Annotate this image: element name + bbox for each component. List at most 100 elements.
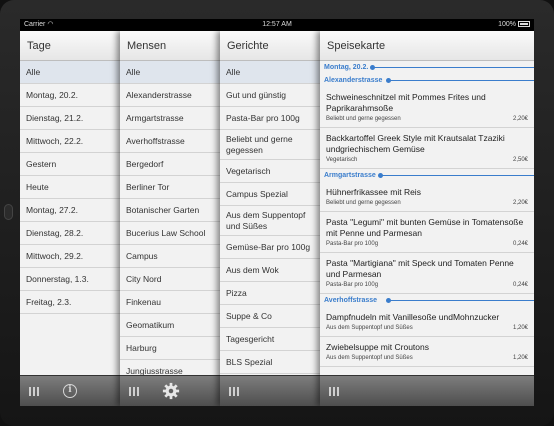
dish-category: Vegetarisch xyxy=(326,157,358,163)
gerichte-list-item[interactable]: Pasta-Bar pro 100g xyxy=(220,107,320,130)
dish-row[interactable]: Hühnerfrikassee mit Reis Beliebt und gern… xyxy=(320,182,534,212)
info-icon[interactable]: i xyxy=(63,384,77,398)
mensen-list-item[interactable]: Harburg xyxy=(120,337,220,360)
dish-price: 2,20€ xyxy=(512,200,528,206)
tage-list-item[interactable]: Dienstag, 28.2. xyxy=(20,222,120,245)
gerichte-toolbar xyxy=(220,375,320,406)
tage-list-item[interactable]: Mittwoch, 22.2. xyxy=(20,130,120,153)
speisekarte-panel-title: Speisekarte xyxy=(320,31,534,61)
dish-name: Backkartoffel Greek Style mit Krautsalat… xyxy=(326,133,505,154)
gerichte-list-item[interactable]: Beliebt und gerne gegessen xyxy=(220,130,320,160)
tage-list-item[interactable]: Gestern xyxy=(20,153,120,176)
dish-name: Pasta "Legumi" mit bunten Gemüse in Toma… xyxy=(326,217,524,238)
dish-price: 0,24€ xyxy=(512,282,528,288)
gerichte-list-item[interactable]: Alle xyxy=(220,61,320,84)
mensen-list-item[interactable]: Bucerius Law School xyxy=(120,222,220,245)
gear-icon[interactable] xyxy=(162,382,180,400)
ipad-frame: Carrier ◠ 12:57 AM 100% Tage Alle Montag,… xyxy=(0,0,554,426)
dish-row[interactable]: Pasta "Martigiana" mit Speck und Tomaten… xyxy=(320,253,534,294)
dish-row[interactable]: Zwiebelsuppe mit Croutons Aus dem Suppent… xyxy=(320,337,534,367)
tage-panel-title: Tage xyxy=(20,31,120,61)
dish-price: 2,20€ xyxy=(512,116,528,122)
gerichte-list-item[interactable]: Aus dem Wok xyxy=(220,259,320,282)
day-header-label: Montag, 20.2. xyxy=(324,64,369,71)
mensen-list-item[interactable]: Geomatikum xyxy=(120,314,220,337)
dish-price: 1,20€ xyxy=(512,355,528,361)
gerichte-list-item[interactable]: Gemüse-Bar pro 100g xyxy=(220,236,320,259)
battery-icon xyxy=(518,21,530,28)
tage-list[interactable]: Alle Montag, 20.2. Dienstag, 21.2. Mittwoch… xyxy=(20,61,120,375)
gerichte-list-item[interactable]: Campus Spezial xyxy=(220,183,320,206)
gerichte-panel-title: Gerichte xyxy=(220,31,320,61)
gerichte-list[interactable]: Alle Gut und günstig Pasta-Bar pro 100g Bel… xyxy=(220,61,320,375)
mensen-list-item[interactable]: Berliner Tor xyxy=(120,176,220,199)
status-bar: Carrier ◠ 12:57 AM 100% xyxy=(20,19,534,31)
mensen-toolbar xyxy=(120,375,220,406)
mensa-section-label: Armgartstrasse xyxy=(324,172,376,179)
tage-list-item[interactable]: Alle xyxy=(20,61,120,84)
tage-list-item[interactable]: Montag, 20.2. xyxy=(20,84,120,107)
dish-name: Dampfnudeln mit Vanillesoße undMohnzucke… xyxy=(326,312,500,322)
speisekarte-panel: Speisekarte Montag, 20.2. Alexanderstrass… xyxy=(320,31,534,406)
mensa-section-rule xyxy=(386,78,534,83)
grip-icon[interactable] xyxy=(129,387,139,396)
mensen-list-item[interactable]: Averhoffstrasse xyxy=(120,130,220,153)
mensa-section-label: Averhoffstrasse xyxy=(324,297,378,304)
gerichte-list-item[interactable]: Aus dem Suppentopf und Süßes xyxy=(220,206,320,236)
mensen-list-item[interactable]: Armgartstrasse xyxy=(120,107,220,130)
dish-category: Pasta-Bar pro 100g xyxy=(326,241,379,247)
gerichte-list-item[interactable]: Pizza xyxy=(220,282,320,305)
grip-icon[interactable] xyxy=(329,387,339,396)
grip-icon[interactable] xyxy=(229,387,239,396)
dish-name: Zwiebelsuppe mit Croutons xyxy=(326,342,429,352)
mensa-section-rule xyxy=(378,173,534,178)
dish-row[interactable]: Backkartoffel Greek Style mit Krautsalat… xyxy=(320,128,534,169)
gerichte-list-item[interactable]: Vegetarisch xyxy=(220,160,320,183)
gerichte-list-item[interactable]: Tagesgericht xyxy=(220,328,320,351)
mensa-section-label: Alexanderstrasse xyxy=(324,77,383,84)
mensa-section-header: Alexanderstrasse xyxy=(320,74,534,87)
mensen-list-item[interactable]: Botanischer Garten xyxy=(120,199,220,222)
grip-icon[interactable] xyxy=(29,387,39,396)
battery-status: 100% xyxy=(498,19,530,31)
gerichte-panel: Gerichte Alle Gut und günstig Pasta-Bar pr… xyxy=(220,31,320,406)
speisekarte-list[interactable]: Montag, 20.2. Alexanderstrasse Schweinesch… xyxy=(320,61,534,375)
mensen-list-item[interactable]: Alle xyxy=(120,61,220,84)
dish-row[interactable]: Schweineschnitzel mit Pommes Frites und … xyxy=(320,87,534,128)
mensa-section-header: Armgartstrasse xyxy=(320,169,534,182)
tage-list-item[interactable]: Donnerstag, 1.3. xyxy=(20,268,120,291)
dish-category: Pasta-Bar pro 100g xyxy=(326,282,379,288)
mensen-panel: Mensen Alle Alexanderstrasse Armgartstrass… xyxy=(120,31,220,406)
dish-category: Beliebt und gerne gegessen xyxy=(326,116,401,122)
mensen-list-item[interactable]: Campus xyxy=(120,245,220,268)
mensa-section-header: Averhoffstrasse xyxy=(320,294,534,307)
speisekarte-toolbar xyxy=(320,375,534,406)
mensen-panel-title: Mensen xyxy=(120,31,220,61)
mensen-list-item[interactable]: Alexanderstrasse xyxy=(120,84,220,107)
gerichte-list-item[interactable]: Suppe & Co xyxy=(220,305,320,328)
dish-category: Aus dem Suppentopf und Süßes xyxy=(326,355,413,361)
tage-list-item[interactable]: Freitag, 2.3. xyxy=(20,291,120,314)
dish-row[interactable]: Pasta "Legumi" mit bunten Gemüse in Toma… xyxy=(320,212,534,253)
mensen-list-item[interactable]: Bergedorf xyxy=(120,153,220,176)
dish-row[interactable]: Dampfnudeln mit Vanillesoße undMohnzucke… xyxy=(320,307,534,337)
tage-list-item[interactable]: Dienstag, 21.2. xyxy=(20,107,120,130)
dish-name: Schweineschnitzel mit Pommes Frites und … xyxy=(326,92,486,113)
dish-category: Aus dem Suppentopf und Süßes xyxy=(326,325,413,331)
tage-list-item[interactable]: Montag, 27.2. xyxy=(20,199,120,222)
dish-price: 1,20€ xyxy=(512,325,528,331)
home-button[interactable] xyxy=(4,204,13,220)
mensen-list[interactable]: Alle Alexanderstrasse Armgartstrasse Averho… xyxy=(120,61,220,375)
tage-list-item[interactable]: Heute xyxy=(20,176,120,199)
day-header: Montag, 20.2. xyxy=(320,61,534,74)
gerichte-list-item[interactable]: Gut und günstig xyxy=(220,84,320,107)
mensen-list-item[interactable]: Jungiusstrasse xyxy=(120,360,220,375)
mensen-list-item[interactable]: City Nord xyxy=(120,268,220,291)
tage-panel: Tage Alle Montag, 20.2. Dienstag, 21.2. Mit… xyxy=(20,31,120,406)
mensen-list-item[interactable]: Finkenau xyxy=(120,291,220,314)
gerichte-list-item[interactable]: BLS Spezial xyxy=(220,351,320,374)
tage-list-item[interactable]: Mittwoch, 29.2. xyxy=(20,245,120,268)
screen: Carrier ◠ 12:57 AM 100% Tage Alle Montag,… xyxy=(20,19,534,406)
battery-percent: 100% xyxy=(498,21,516,28)
dish-price: 2,50€ xyxy=(512,157,528,163)
